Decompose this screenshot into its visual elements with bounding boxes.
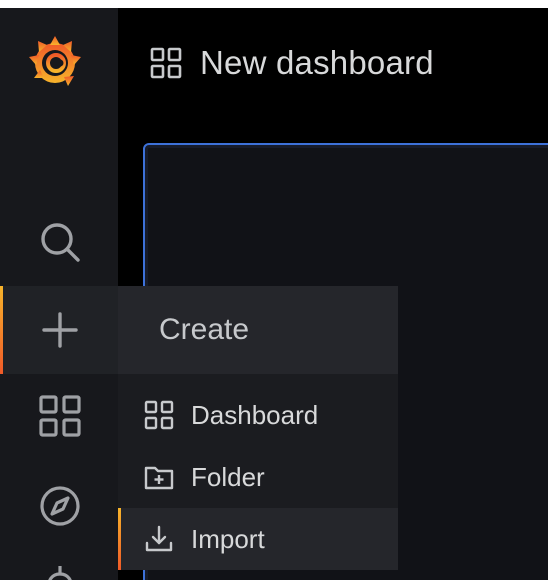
menu-item-dashboard[interactable]: Dashboard — [118, 384, 398, 446]
grafana-app: New dashboard Create Dashboard Folder Im… — [0, 8, 548, 580]
menu-item-label: Dashboard — [191, 399, 319, 430]
menu-item-import[interactable]: Import — [118, 508, 398, 570]
bell-icon[interactable] — [36, 558, 84, 580]
page-title[interactable]: New dashboard — [150, 44, 434, 82]
create-menu-header[interactable]: Create — [118, 286, 398, 374]
active-indicator — [0, 286, 3, 374]
menu-item-label: Import — [191, 523, 265, 554]
dashboard-grid-icon — [150, 47, 182, 79]
sidebar — [0, 8, 118, 580]
folder-plus-icon — [144, 462, 174, 492]
menu-item-folder[interactable]: Folder — [118, 446, 398, 508]
dashboards-grid-icon[interactable] — [36, 392, 84, 440]
import-icon — [144, 524, 174, 554]
dashboard-title: New dashboard — [200, 44, 434, 81]
sidebar-item-create[interactable] — [0, 286, 118, 374]
grafana-logo[interactable] — [24, 30, 86, 92]
plus-icon — [36, 306, 84, 354]
create-menu-title: Create — [159, 313, 250, 346]
active-indicator — [118, 508, 121, 570]
compass-icon[interactable] — [36, 482, 84, 530]
create-menu: Create Dashboard Folder Import — [118, 286, 398, 570]
dashboard-grid-icon — [144, 400, 174, 430]
menu-item-label: Folder — [191, 461, 265, 492]
search-icon[interactable] — [36, 218, 84, 266]
